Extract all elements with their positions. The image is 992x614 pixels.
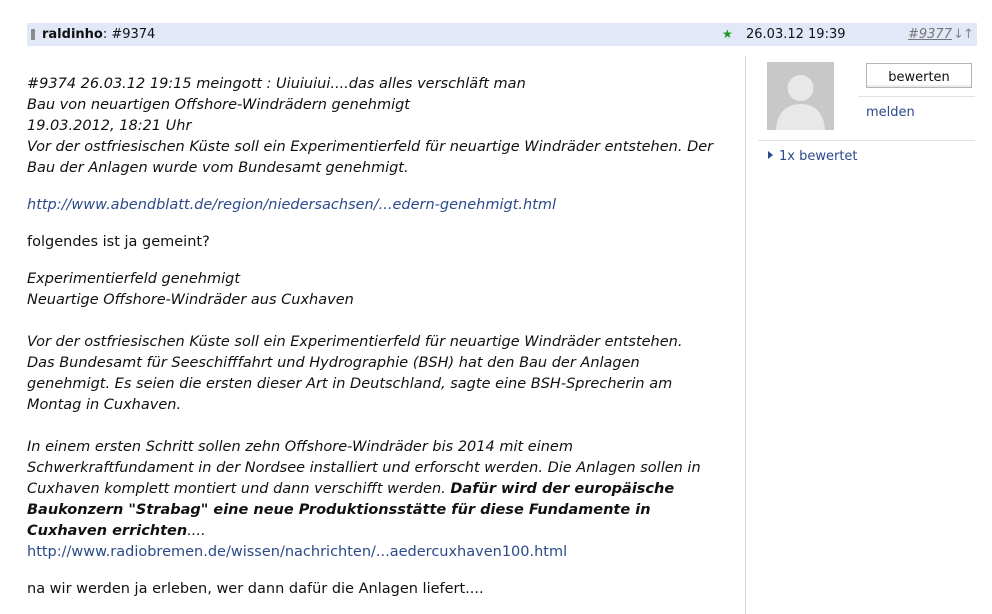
report-link[interactable]: melden — [866, 105, 915, 120]
article-paragraph-line: Vor der ostfriesischen Küste soll ein Ex… — [27, 332, 742, 353]
closing-text: na wir werden ja erleben, wer dann dafür… — [27, 579, 742, 600]
star-icon: ★ — [722, 23, 733, 46]
expand-triangle-icon — [768, 151, 773, 159]
rated-toggle[interactable]: 1x bewertet — [768, 149, 858, 164]
paragraph-bold-text: Cuxhaven errichten — [27, 523, 187, 539]
abendblatt-link[interactable]: http://www.abendblatt.de/region/niedersa… — [27, 197, 556, 213]
rate-button[interactable]: bewerten — [866, 63, 972, 88]
post-header: raldinho: #9374 ★ 26.03.12 19:39 #9377 ↓… — [27, 23, 977, 46]
article-paragraph-line: In einem ersten Schritt sollen zehn Offs… — [27, 437, 742, 458]
paragraph-bold-text: Dafür wird der europäische — [450, 481, 674, 497]
sidebar-divider — [758, 140, 975, 141]
quote-line: Vor der ostfriesischen Küste soll ein Ex… — [27, 137, 742, 158]
post-author: raldinho: #9374 — [42, 23, 155, 46]
paragraph-tail: .... — [187, 523, 205, 539]
article-paragraph-line: Montag in Cuxhaven. — [27, 395, 742, 416]
article-paragraph-line: Cuxhaven errichten.... — [27, 521, 742, 542]
article-paragraph-line: Cuxhaven komplett montiert und dann vers… — [27, 479, 742, 500]
avatar[interactable] — [767, 62, 834, 130]
post-date: 26.03.12 19:39 — [746, 23, 846, 46]
column-divider — [745, 56, 746, 614]
quote-line: #9374 26.03.12 19:15 meingott : Uiuiuiui… — [27, 74, 742, 95]
radiobremen-link[interactable]: http://www.radiobremen.de/wissen/nachric… — [27, 544, 567, 560]
quote-line: Bau der Anlagen wurde vom Bundesamt gene… — [27, 158, 742, 179]
default-avatar-icon — [767, 62, 834, 130]
quote-line: Bau von neuartigen Offshore-Windrädern g… — [27, 95, 742, 116]
article-paragraph-line: genehmigt. Es seien die ersten dieser Ar… — [27, 374, 742, 395]
reply-post-link[interactable]: #9377 — [908, 23, 952, 46]
user-status-icon — [31, 29, 35, 40]
sidebar-divider — [858, 96, 975, 97]
question-text: folgendes ist ja gemeint? — [27, 232, 742, 253]
quote-line: 19.03.2012, 18:21 Uhr — [27, 116, 742, 137]
author-name[interactable]: raldinho — [42, 27, 103, 42]
article-bold-line: Baukonzern "Strabag" eine neue Produktio… — [27, 500, 742, 521]
rated-count-label: 1x bewertet — [779, 149, 858, 164]
article-paragraph-line: Schwerkraftfundament in der Nordsee inst… — [27, 458, 742, 479]
post-body: #9374 26.03.12 19:15 meingott : Uiuiuiui… — [27, 74, 742, 600]
article-headline: Experimentierfeld genehmigt — [27, 269, 742, 290]
article-subheadline: Neuartige Offshore-Windräder aus Cuxhave… — [27, 290, 742, 311]
post-number: : #9374 — [103, 27, 156, 42]
article-paragraph-line: Das Bundesamt für Seeschifffahrt und Hyd… — [27, 353, 742, 374]
up-arrow-icon[interactable]: ↑ — [963, 23, 974, 46]
paragraph-normal-text: Cuxhaven komplett montiert und dann vers… — [27, 481, 450, 497]
